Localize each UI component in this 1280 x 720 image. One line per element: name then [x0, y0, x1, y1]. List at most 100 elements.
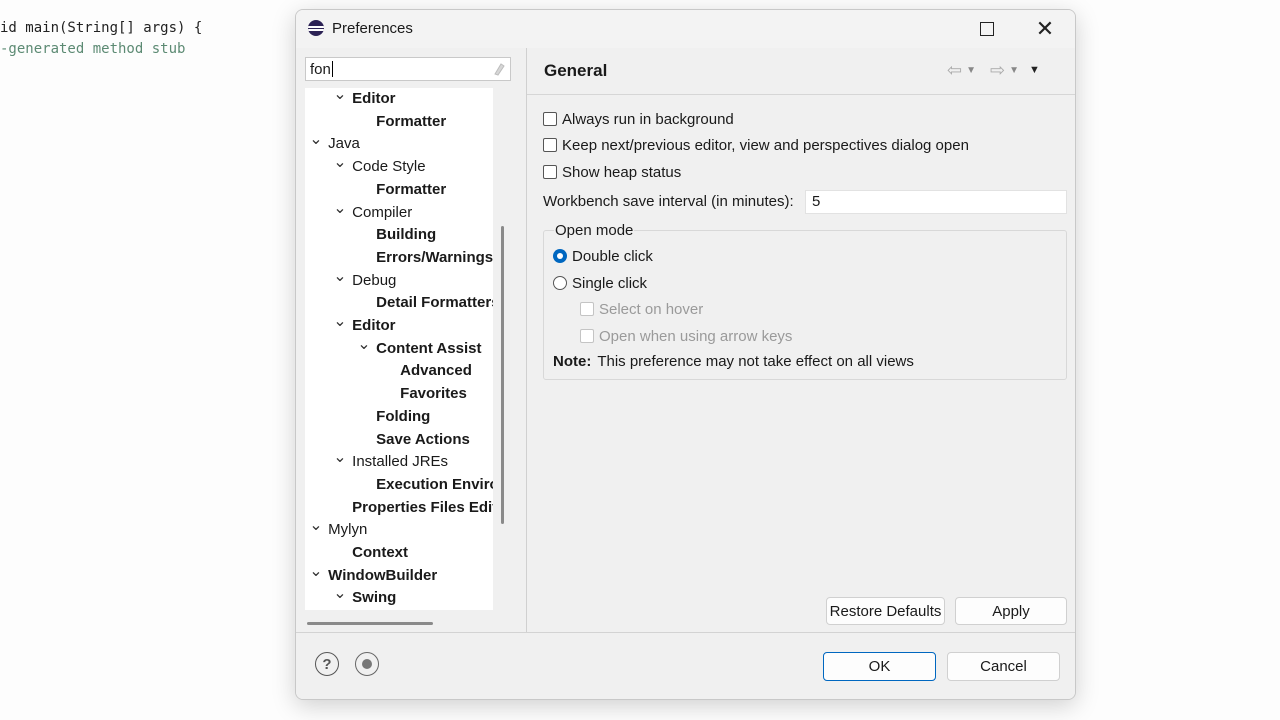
tree-item-label: Editor — [352, 317, 396, 334]
tree-item[interactable]: ⌄ Code Style — [332, 155, 426, 178]
tree-item[interactable]: Errors/Warnings — [356, 247, 493, 269]
radio-button-selected[interactable] — [553, 249, 567, 263]
tree-item[interactable]: ⌄ WindowBuilder — [308, 563, 438, 587]
tree-item[interactable]: Detail Formatters — [356, 292, 493, 314]
save-interval-input[interactable]: 5 — [805, 190, 1067, 214]
dialog-footer: ? OK Cancel — [296, 633, 1075, 699]
tree-item-label: Java — [328, 135, 360, 153]
tree-item[interactable]: Favorites — [380, 383, 467, 405]
tree-item-label: Editor — [352, 90, 396, 107]
checkbox-box[interactable] — [543, 112, 557, 126]
tree-item-label: Folding — [376, 407, 431, 425]
preference-tree[interactable]: ⌄ Editor Formatter ⌄ Java ⌄ Code Style For… — [305, 88, 493, 610]
filter-text: fon — [310, 61, 331, 78]
code-line-main: id main(String[] args) { — [0, 20, 203, 36]
tree-item[interactable]: ⌄ Swing — [332, 586, 396, 609]
cancel-button[interactable]: Cancel — [947, 652, 1060, 681]
tree-item-label: Installed JREs — [352, 453, 449, 471]
checkbox-label: Always run in background — [562, 110, 734, 128]
tree-item-label: Properties Files Editor — [352, 498, 493, 516]
forward-arrow-icon[interactable]: ⇨ — [990, 60, 1005, 81]
tree-item-label: WindowBuilder — [328, 566, 438, 584]
tree-item[interactable]: Formatter — [356, 179, 446, 201]
always-run-background-checkbox[interactable]: Always run in background — [543, 108, 734, 130]
filter-input[interactable]: fon — [305, 57, 511, 81]
select-on-hover-checkbox: Select on hover — [580, 298, 703, 320]
show-heap-status-checkbox[interactable]: Show heap status — [543, 161, 681, 183]
forward-dropdown-icon[interactable]: ▼ — [1009, 65, 1019, 76]
title-separator — [527, 94, 1075, 95]
help-icon[interactable]: ? — [315, 652, 339, 676]
apply-button[interactable]: Apply — [955, 597, 1067, 625]
chevron-down-icon[interactable]: ⌄ — [308, 518, 324, 534]
tree-horizontal-scrollbar[interactable] — [307, 622, 433, 625]
checkbox-box-disabled — [580, 302, 594, 316]
checkbox-box[interactable] — [543, 138, 557, 152]
tree-item-label: Code Style — [352, 158, 426, 176]
tree-item[interactable]: Advanced — [380, 360, 472, 382]
record-macro-icon[interactable] — [355, 652, 379, 676]
chevron-down-icon[interactable]: ⌄ — [332, 314, 348, 330]
tree-item[interactable]: ⌄ Java — [308, 132, 360, 155]
note-label: Note: — [553, 353, 592, 370]
tree-item[interactable]: ⌄ Content Assist — [356, 336, 481, 360]
tree-item-label: Formatter — [376, 112, 447, 130]
checkbox-box[interactable] — [543, 165, 557, 179]
tree-item[interactable]: ⌄ Compiler — [332, 200, 412, 224]
preferences-dialog: Preferences ✕ fon ⌄ Editor Formatter ⌄ Ja… — [295, 9, 1076, 700]
tree-item[interactable]: Formatter — [356, 111, 446, 133]
single-click-radio[interactable]: Single click — [553, 272, 647, 294]
tree-item[interactable]: ⌄ Installed JREs — [332, 450, 449, 473]
tree-item-label: Formatter — [376, 180, 447, 198]
save-interval-label: Workbench save interval (in minutes): — [543, 193, 794, 210]
tree-item[interactable]: Execution Environments — [356, 474, 493, 496]
tree-item-label: Debug — [352, 271, 397, 289]
tree-item[interactable]: Folding — [356, 406, 430, 428]
tree-item[interactable]: Context — [332, 542, 408, 564]
note-text: This preference may not take effect on a… — [597, 353, 914, 370]
radio-button[interactable] — [553, 276, 567, 290]
page-navigation: ⇦ ▼ ⇨ ▼ ▼ — [947, 60, 1040, 80]
chevron-down-icon[interactable]: ⌄ — [308, 563, 324, 579]
chevron-down-icon[interactable]: ⌄ — [332, 200, 348, 216]
ok-button[interactable]: OK — [823, 652, 936, 681]
open-mode-title: Open mode — [554, 222, 635, 239]
double-click-radio[interactable]: Double click — [553, 245, 653, 267]
tree-item[interactable]: Save Actions — [356, 429, 470, 451]
checkbox-label: Select on hover — [599, 300, 704, 318]
close-button[interactable]: ✕ — [1022, 10, 1068, 48]
dialog-title: Preferences — [332, 20, 413, 37]
chevron-down-icon[interactable]: ⌄ — [332, 88, 348, 103]
restore-defaults-button[interactable]: Restore Defaults — [826, 597, 945, 625]
maximize-button[interactable] — [964, 10, 1010, 48]
general-page: General ⇦ ▼ ⇨ ▼ ▼ Always run in backgrou… — [527, 48, 1075, 632]
checkbox-label: Show heap status — [562, 163, 682, 181]
tree-vertical-scrollbar[interactable] — [501, 226, 504, 524]
chevron-down-icon[interactable]: ⌄ — [356, 336, 372, 352]
tree-item[interactable]: ⌄ Debug — [332, 268, 397, 292]
eraser-icon[interactable] — [493, 62, 505, 76]
back-dropdown-icon[interactable]: ▼ — [966, 65, 976, 76]
tree-item-label: Favorites — [400, 385, 467, 403]
tree-item[interactable]: Properties Files Editor — [332, 497, 493, 519]
tree-item[interactable]: ⌄ Editor — [332, 314, 396, 337]
close-icon: ✕ — [1035, 16, 1055, 41]
chevron-down-icon[interactable]: ⌄ — [332, 268, 348, 284]
view-menu-icon[interactable]: ▼ — [1029, 64, 1040, 76]
open-mode-note: Note: This preference may not take effect… — [553, 353, 914, 370]
checkbox-label: Keep next/previous editor, view and pers… — [562, 136, 969, 154]
tree-item[interactable]: Building — [356, 224, 436, 246]
keep-dialog-open-checkbox[interactable]: Keep next/previous editor, view and pers… — [543, 134, 969, 156]
tree-item[interactable]: ⌄ Mylyn — [308, 518, 367, 541]
back-arrow-icon[interactable]: ⇦ — [947, 60, 962, 81]
tree-item[interactable]: ⌄ Editor — [332, 88, 396, 110]
chevron-down-icon[interactable]: ⌄ — [332, 450, 348, 466]
tree-item-label: Execution Environments — [376, 475, 493, 493]
chevron-down-icon[interactable]: ⌄ — [332, 155, 348, 171]
checkbox-box-disabled — [580, 329, 594, 343]
chevron-down-icon[interactable]: ⌄ — [332, 586, 348, 602]
title-bar[interactable]: Preferences ✕ — [296, 10, 1075, 48]
chevron-down-icon[interactable]: ⌄ — [308, 132, 324, 148]
maximize-icon — [980, 22, 994, 36]
open-arrow-keys-checkbox: Open when using arrow keys — [580, 325, 792, 347]
